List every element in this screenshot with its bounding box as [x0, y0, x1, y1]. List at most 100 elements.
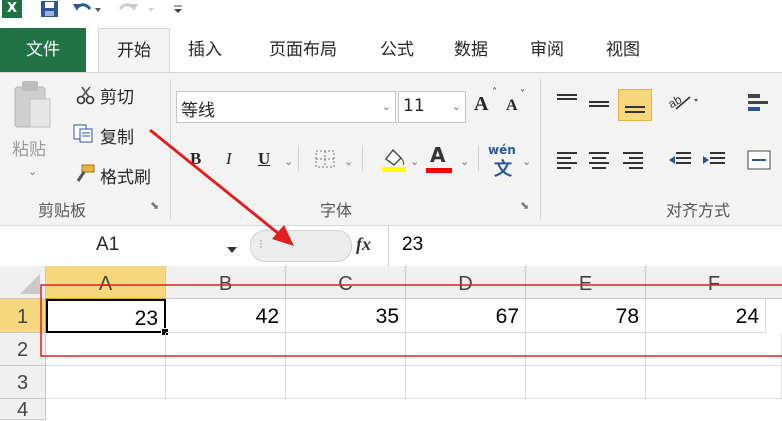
cell-d2[interactable] — [406, 333, 526, 366]
paste-dropdown-icon[interactable]: ⌄ — [28, 165, 37, 178]
tab-formulas[interactable]: 公式 — [372, 28, 422, 72]
underline-button[interactable]: U — [258, 149, 270, 169]
name-box-dropdown-icon[interactable] — [226, 240, 238, 259]
insert-function-icon[interactable]: fx — [356, 234, 371, 255]
cell-e3[interactable] — [526, 366, 646, 399]
cell-b3[interactable] — [166, 366, 286, 399]
underline-dropdown-icon[interactable]: ⌄ — [284, 155, 293, 168]
column-header-c[interactable]: C — [286, 266, 406, 299]
wrap-text-icon[interactable] — [746, 91, 776, 117]
name-box-value: A1 — [96, 234, 120, 255]
font-size-dropdown-icon[interactable]: ⌄ — [452, 100, 461, 113]
row-header-2[interactable]: 2 — [0, 333, 46, 366]
shrink-caret: ˅ — [520, 89, 525, 100]
borders-dropdown-icon[interactable]: ⌄ — [344, 155, 353, 168]
name-box[interactable]: A1 — [0, 226, 240, 266]
customize-qat-icon[interactable] — [172, 0, 184, 18]
cell-a1[interactable]: 23 — [46, 299, 166, 333]
cut-button[interactable]: 剪切 — [100, 83, 134, 108]
align-middle-icon[interactable] — [588, 95, 610, 111]
tab-review[interactable]: 审阅 — [522, 28, 572, 72]
font-size-box[interactable]: 11 ⌄ — [398, 91, 466, 123]
cell-f1[interactable]: 24 — [646, 299, 766, 333]
tab-data[interactable]: 数据 — [446, 28, 496, 72]
select-all-button[interactable] — [0, 266, 46, 299]
align-right-icon[interactable] — [622, 151, 644, 169]
phonetic-dropdown-icon[interactable]: ⌄ — [522, 155, 531, 168]
font-color-icon[interactable]: A — [430, 143, 445, 167]
cell-a3[interactable] — [46, 366, 166, 399]
cell-b1[interactable]: 42 — [166, 299, 286, 333]
phonetic-glyph: 文 — [494, 159, 512, 180]
formula-bar: A1 ⁝ fx 23 — [0, 226, 782, 267]
cell-e1[interactable]: 78 — [526, 299, 646, 333]
excel-logo-icon: X — [2, 0, 22, 18]
cell-a2[interactable] — [46, 333, 166, 366]
quick-access-toolbar: X — [0, 0, 782, 24]
grow-font-icon[interactable]: A — [474, 93, 488, 116]
column-header-a[interactable]: A — [46, 266, 166, 300]
font-color-dropdown-icon[interactable]: ⌄ — [460, 155, 469, 168]
worksheet-grid[interactable]: A B C D E F 1 2 3 4 23 42 35 67 78 24 — [0, 266, 782, 421]
cell-f2[interactable] — [646, 333, 782, 366]
orientation-icon[interactable]: ab — [666, 89, 702, 113]
decrease-indent-icon[interactable] — [668, 151, 692, 169]
row-header-4[interactable]: 4 — [0, 399, 46, 421]
shrink-font-icon[interactable]: A — [506, 97, 518, 115]
align-top-icon[interactable] — [556, 93, 578, 109]
copy-icon — [72, 123, 96, 143]
column-header-d[interactable]: D — [406, 266, 526, 299]
column-header-e[interactable]: E — [526, 266, 646, 299]
formula-bar-handle[interactable]: ⁝ — [250, 230, 352, 262]
column-header-f[interactable]: F — [646, 266, 782, 299]
font-name-value: 等线 — [181, 101, 215, 121]
save-icon[interactable] — [40, 0, 60, 18]
tab-file[interactable]: 文件 — [0, 28, 86, 72]
bold-button[interactable]: B — [190, 149, 201, 169]
cell-e2[interactable] — [526, 333, 646, 366]
font-name-box[interactable]: 等线 ⌄ — [176, 91, 396, 123]
tab-page-layout[interactable]: 页面布局 — [256, 28, 350, 72]
redo-icon[interactable] — [114, 0, 158, 18]
font-name-dropdown-icon[interactable]: ⌄ — [382, 100, 391, 113]
tab-view[interactable]: 视图 — [598, 28, 648, 72]
cell-c3[interactable] — [286, 366, 406, 399]
alignment-group-label: 对齐方式 — [666, 201, 731, 220]
font-launcher-icon[interactable]: ⬊ — [520, 199, 529, 212]
ribbon-tabs: 文件 开始 插入 页面布局 公式 数据 审阅 视图 — [0, 28, 782, 73]
cell-d1[interactable]: 67 — [406, 299, 526, 333]
align-bottom-icon[interactable] — [618, 89, 652, 121]
align-center-icon[interactable] — [588, 151, 610, 169]
row-header-1[interactable]: 1 — [0, 299, 47, 333]
font-group-label: 字体 — [320, 201, 353, 220]
align-left-icon[interactable] — [556, 151, 578, 169]
font-size-value: 11 — [403, 96, 425, 116]
increase-indent-icon[interactable] — [702, 151, 726, 169]
ribbon-home: 粘贴 ⌄ 剪切 复制 格式刷 剪贴板 ⬊ 等线 ⌄ 11 ⌄ A ˄ A ˅ B… — [0, 72, 782, 226]
format-painter-button[interactable]: 格式刷 — [100, 163, 151, 188]
tab-home[interactable]: 开始 — [98, 28, 170, 73]
cell-f3[interactable] — [646, 366, 782, 399]
merge-center-icon[interactable] — [746, 149, 776, 171]
row-header-3[interactable]: 3 — [0, 366, 46, 399]
paste-icon[interactable] — [10, 77, 54, 135]
fill-color-dropdown-icon[interactable]: ⌄ — [410, 155, 419, 168]
cell-d3[interactable] — [406, 366, 526, 399]
cell-c2[interactable] — [286, 333, 406, 366]
format-painter-icon — [72, 163, 96, 185]
clipboard-launcher-icon[interactable]: ⬊ — [150, 199, 159, 212]
font-color-bar — [426, 168, 452, 173]
paste-button[interactable]: 粘贴 — [12, 135, 46, 160]
fill-color-icon[interactable] — [380, 145, 408, 173]
formula-bar-grip-icon: ⁝ — [259, 237, 263, 251]
italic-button[interactable]: I — [226, 149, 232, 169]
borders-icon[interactable] — [314, 149, 338, 169]
svg-text:ab: ab — [666, 92, 684, 111]
undo-icon[interactable] — [72, 0, 102, 18]
cell-b2[interactable] — [166, 333, 286, 366]
column-header-b[interactable]: B — [166, 266, 286, 299]
tab-insert[interactable]: 插入 — [180, 28, 230, 72]
cell-c1[interactable]: 35 — [286, 299, 406, 333]
copy-button[interactable]: 复制 — [100, 123, 134, 148]
formula-input[interactable]: 23 — [402, 234, 423, 256]
